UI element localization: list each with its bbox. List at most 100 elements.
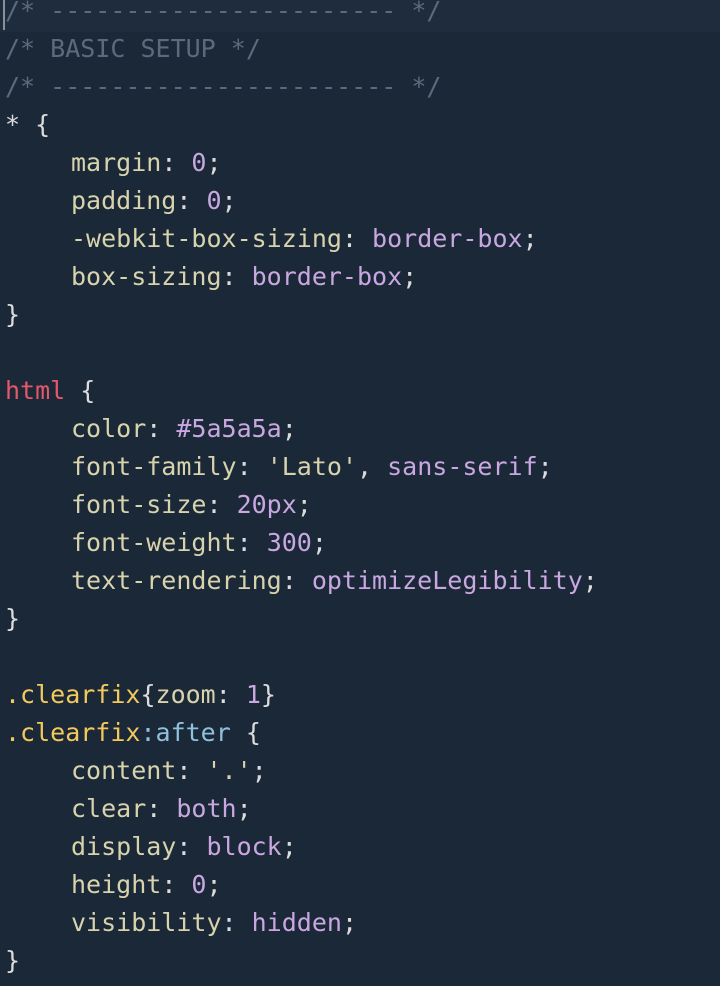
code-token-punctuation: ,	[357, 452, 388, 481]
code-token-value: optimizeLegibility	[311, 566, 583, 595]
code-line[interactable]: /* BASIC SETUP */	[5, 30, 598, 68]
code-token-string: '.'	[206, 756, 252, 785]
code-token-property: color	[71, 414, 147, 443]
code-token-comment: /* ----------------------- */	[5, 0, 442, 25]
code-token-punctuation: ;	[281, 414, 297, 443]
code-token-punctuation: :	[176, 832, 207, 861]
code-token-punctuation: }	[5, 300, 21, 329]
code-token-punctuation: {	[230, 718, 261, 747]
code-line[interactable]: /* ----------------------- */	[5, 68, 598, 106]
code-line[interactable]: font-family: 'Lato', sans-serif;	[5, 448, 598, 486]
code-token-property: display	[71, 832, 177, 861]
code-line[interactable]: color: #5a5a5a;	[5, 410, 598, 448]
code-token-punctuation: ;	[311, 528, 327, 557]
code-line[interactable]: -webkit-box-sizing: border-box;	[5, 220, 598, 258]
code-token-comment: /* ----------------------- */	[5, 72, 442, 101]
code-line[interactable]: content: '.';	[5, 752, 598, 790]
code-line[interactable]: }	[5, 296, 598, 334]
code-token-punctuation: :	[206, 490, 237, 519]
code-token-punctuation: }	[5, 946, 21, 975]
code-token-punctuation: {	[140, 680, 156, 709]
code-token-punctuation: :	[341, 224, 373, 253]
code-token-property: margin	[71, 148, 162, 177]
code-token-number: 0	[191, 148, 207, 177]
code-token-punctuation: :	[221, 908, 252, 937]
code-token-selector: .clearfix	[5, 718, 141, 747]
code-token-punctuation: {	[65, 376, 96, 405]
code-token-property: -webkit-box-sizing	[71, 224, 342, 253]
code-line[interactable]: padding: 0;	[5, 182, 598, 220]
code-line[interactable]: clear: both;	[5, 790, 598, 828]
code-token-property: font-weight	[71, 528, 237, 557]
code-token-punctuation: :	[176, 186, 207, 215]
code-token-punctuation: ;	[402, 262, 418, 291]
code-token-property: height	[71, 870, 162, 899]
code-token-punctuation: ;	[341, 908, 357, 937]
code-line[interactable]: margin: 0;	[5, 144, 598, 182]
code-token-number: 0	[206, 186, 222, 215]
code-line[interactable]: font-size: 20px;	[5, 486, 598, 524]
code-line[interactable]: }	[5, 600, 598, 638]
code-content[interactable]: /* ----------------------- */ /* BASIC SE…	[5, 0, 598, 980]
code-token-property: zoom	[155, 680, 216, 709]
code-editor[interactable]: /* ----------------------- */ /* BASIC SE…	[0, 0, 720, 986]
code-token-punctuation: :	[281, 566, 312, 595]
code-token-property: visibility	[71, 908, 222, 937]
code-token-punctuation: ;	[236, 794, 252, 823]
code-line[interactable]: box-sizing: border-box;	[5, 258, 598, 296]
code-line[interactable]: display: block;	[5, 828, 598, 866]
code-token-punctuation: ;	[281, 832, 297, 861]
code-token-punctuation: :	[221, 262, 252, 291]
code-token-punctuation: ;	[221, 186, 237, 215]
code-token-punctuation: ;	[206, 148, 222, 177]
code-token-property: font-size	[71, 490, 207, 519]
code-token-value: border-box	[372, 224, 523, 253]
code-line[interactable]: }	[5, 942, 598, 980]
code-token-number: 300	[266, 528, 312, 557]
code-line[interactable]: .clearfix:after {	[5, 714, 598, 752]
code-token-value: #5a5a5a	[176, 414, 282, 443]
code-token-value: hidden	[251, 908, 342, 937]
code-line[interactable]: font-weight: 300;	[5, 524, 598, 562]
code-line[interactable]: height: 0;	[5, 866, 598, 904]
code-token-punctuation: :	[146, 414, 177, 443]
code-token-number: 20px	[236, 490, 297, 519]
code-line[interactable]: text-rendering: optimizeLegibility;	[5, 562, 598, 600]
code-token-punctuation: ;	[537, 452, 553, 481]
code-token-number: 0	[191, 870, 207, 899]
code-token-value: block	[206, 832, 282, 861]
code-token-punctuation: :	[161, 148, 192, 177]
code-token-selector: .clearfix	[5, 680, 141, 709]
code-token-punctuation: :	[215, 680, 246, 709]
code-token-punctuation: }	[260, 680, 276, 709]
code-token-punctuation: :	[236, 452, 267, 481]
code-token-value: border-box	[251, 262, 403, 291]
code-token-tag: html	[5, 376, 66, 405]
code-token-punctuation: ;	[206, 870, 222, 899]
code-line[interactable]: /* ----------------------- */	[5, 0, 598, 30]
code-line[interactable]: .clearfix{zoom: 1}	[5, 676, 598, 714]
code-token-punctuation: }	[5, 604, 21, 633]
code-token-property: clear	[71, 794, 147, 823]
code-line[interactable]: visibility: hidden;	[5, 904, 598, 942]
code-token-property: box-sizing	[71, 262, 222, 291]
code-token-punctuation: ;	[522, 224, 538, 253]
code-token-comment: /* BASIC SETUP */	[5, 34, 261, 63]
code-token-value: both	[176, 794, 237, 823]
code-line[interactable]	[5, 638, 598, 676]
code-token-property: text-rendering	[71, 566, 282, 595]
code-token-punctuation: ;	[296, 490, 312, 519]
code-token-punctuation: :	[146, 794, 177, 823]
code-token-property: content	[71, 756, 177, 785]
code-token-string: 'Lato'	[266, 452, 357, 481]
code-token-number: 1	[245, 680, 261, 709]
code-token-punctuation: :	[236, 528, 267, 557]
code-token-punctuation: * {	[5, 110, 51, 139]
code-token-pseudo: :after	[140, 718, 231, 747]
code-token-punctuation: :	[176, 756, 207, 785]
code-line[interactable]	[5, 334, 598, 372]
code-line[interactable]: html {	[5, 372, 598, 410]
code-token-punctuation: :	[161, 870, 192, 899]
code-token-punctuation: ;	[582, 566, 598, 595]
code-line[interactable]: * {	[5, 106, 598, 144]
